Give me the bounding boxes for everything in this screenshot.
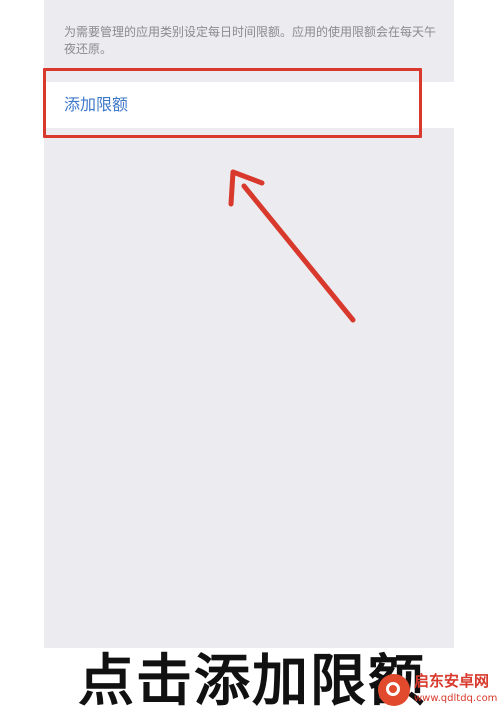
- site-watermark: 启东安卓网 www.qdltdq.com: [378, 672, 498, 710]
- watermark-title: 启东安卓网: [414, 672, 490, 690]
- limit-description: 为需要管理的应用类别设定每日时间限额。应用的使用限额会在每天午夜还原。: [64, 25, 437, 56]
- caption-text: 点击添加限额: [78, 649, 426, 714]
- highlight-annotation-box: [43, 68, 422, 138]
- watermark-url: www.qdltdq.com: [414, 693, 498, 704]
- watermark-logo-icon: [378, 674, 410, 706]
